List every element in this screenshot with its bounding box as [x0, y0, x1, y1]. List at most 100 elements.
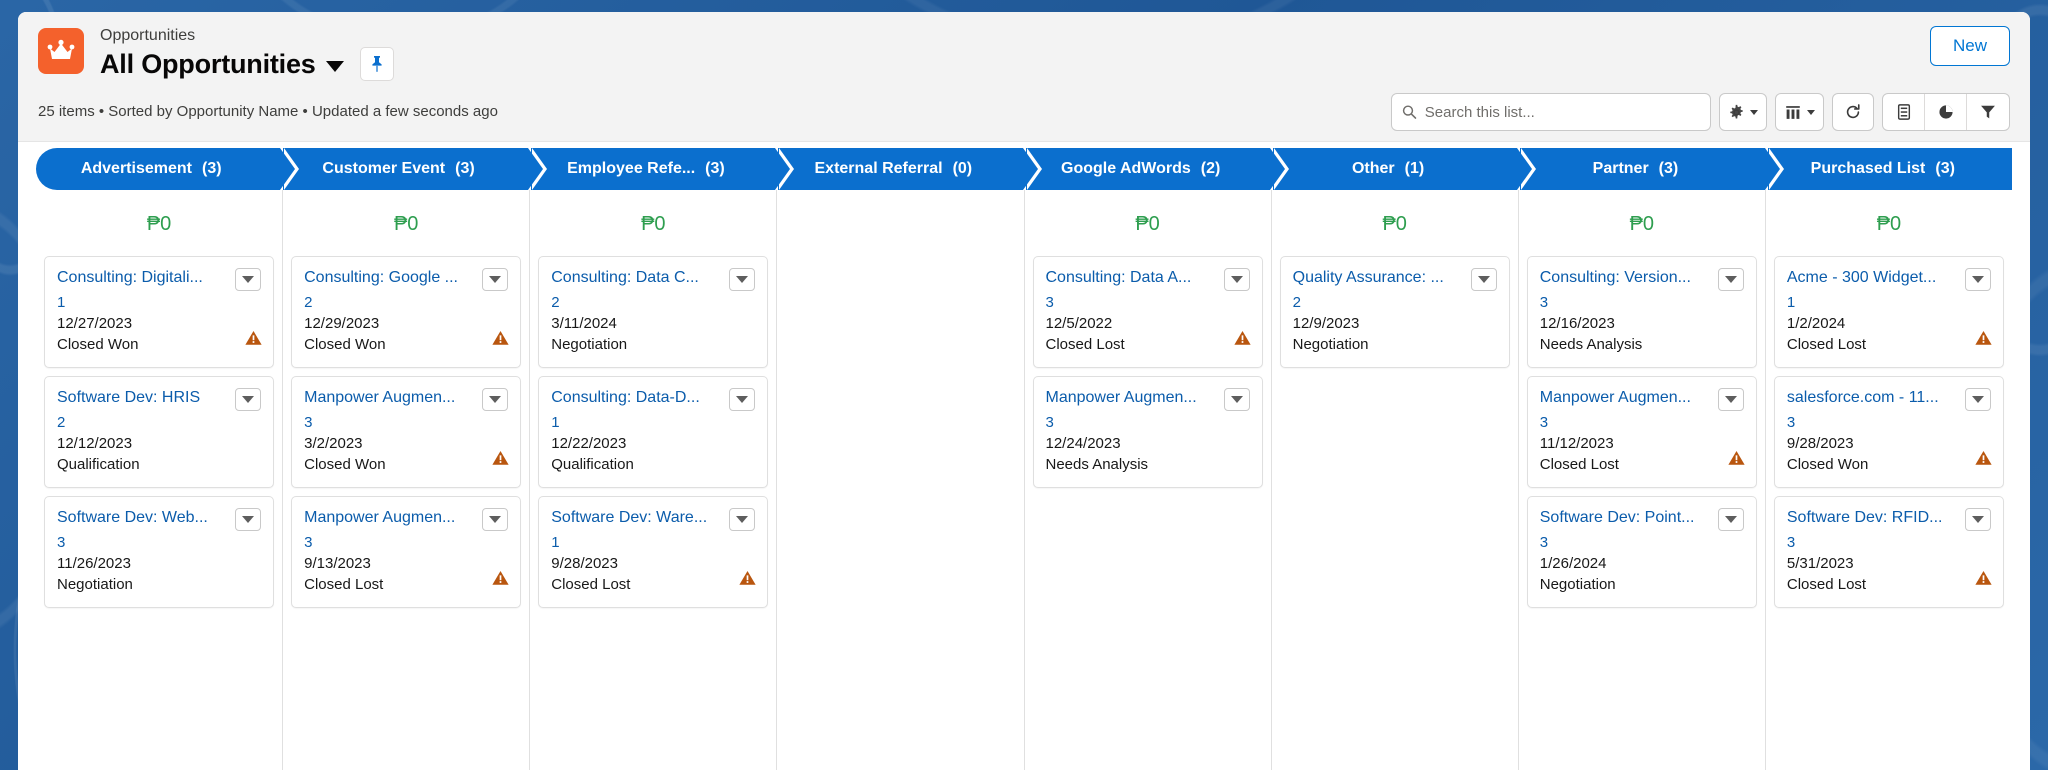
opportunity-record-number[interactable]: 2 — [304, 292, 508, 313]
opportunity-name-link[interactable]: Software Dev: HRIS — [57, 387, 229, 409]
opportunity-record-number[interactable]: 3 — [1540, 532, 1744, 553]
opportunity-record-number[interactable]: 1 — [551, 532, 755, 553]
opportunity-card[interactable]: Consulting: Digitali... 1 12/27/2023 Closed… — [44, 256, 275, 368]
filter-button[interactable] — [1967, 94, 2009, 130]
chevron-down-icon[interactable] — [325, 60, 344, 72]
opportunity-card[interactable]: Software Dev: Ware... 1 9/28/2023 Closed Lo… — [538, 496, 769, 608]
card-actions-menu-button[interactable] — [1470, 268, 1497, 291]
kanban-column-google-adwords[interactable]: ₱0 Consulting: Data A... 3 12/5/2022 Closed … — [1025, 190, 1272, 770]
opportunity-name-link[interactable]: Software Dev: RFID... — [1787, 507, 1959, 529]
card-actions-menu-button[interactable] — [729, 388, 756, 411]
opportunity-card[interactable]: Consulting: Google ... 2 12/29/2023 Closed … — [291, 256, 522, 368]
kanban-column-employee-refe[interactable]: ₱0 Consulting: Data C... 2 3/11/2024 Negotia… — [530, 190, 778, 770]
opportunity-record-number[interactable]: 3 — [1540, 292, 1744, 313]
opportunity-name-link[interactable]: Manpower Augmen... — [1046, 387, 1218, 409]
opportunity-record-number[interactable]: 3 — [57, 532, 261, 553]
card-actions-menu-button[interactable] — [235, 388, 262, 411]
kanban-column-customer-event[interactable]: ₱0 Consulting: Google ... 2 12/29/2023 Close… — [283, 190, 531, 770]
card-actions-menu-button[interactable] — [1965, 508, 1991, 531]
opportunity-card[interactable]: Consulting: Data-D... 1 12/22/2023 Qualific… — [538, 376, 769, 488]
opportunity-name-link[interactable]: Software Dev: Ware... — [551, 507, 723, 529]
opportunity-card[interactable]: Software Dev: Point... 3 1/26/2024 Negotiat… — [1526, 496, 1757, 608]
opportunity-card[interactable]: Software Dev: RFID... 3 5/31/2023 Closed Lo… — [1773, 496, 2004, 608]
opportunity-record-number[interactable]: 3 — [1540, 412, 1744, 433]
card-actions-menu-button[interactable] — [729, 268, 756, 291]
opportunity-record-number[interactable]: 2 — [551, 292, 755, 313]
card-actions-menu-button[interactable] — [235, 508, 262, 531]
opportunity-card[interactable]: Software Dev: HRIS 2 12/12/2023 Qualificati… — [44, 376, 275, 488]
display-as-button[interactable] — [1775, 93, 1824, 131]
opportunity-name-link[interactable]: Acme - 300 Widget... — [1787, 267, 1959, 289]
new-button[interactable]: New — [1929, 26, 2010, 66]
search-box[interactable] — [1391, 93, 1711, 131]
path-step-customer-event[interactable]: Customer Event (3) — [283, 148, 548, 190]
path-step-other[interactable]: Other (1) — [1272, 148, 1537, 190]
card-actions-menu-button[interactable] — [1223, 268, 1250, 291]
opportunity-name-link[interactable]: Consulting: Digitali... — [57, 267, 229, 289]
card-actions-menu-button[interactable] — [1717, 268, 1744, 291]
opportunity-card[interactable]: Consulting: Data A... 3 12/5/2022 Closed Lo… — [1032, 256, 1263, 368]
opportunity-record-number[interactable]: 1 — [551, 412, 755, 433]
opportunity-record-number[interactable]: 2 — [1293, 292, 1497, 313]
opportunity-name-link[interactable]: Software Dev: Point... — [1540, 507, 1712, 529]
opportunity-name-link[interactable]: Consulting: Google ... — [304, 267, 476, 289]
opportunity-name-link[interactable]: Manpower Augmen... — [304, 507, 476, 529]
search-input[interactable] — [1424, 103, 1700, 121]
path-step-count: (3) — [455, 160, 475, 177]
opportunity-card[interactable]: Manpower Augmen... 3 9/13/2023 Closed Lost — [291, 496, 522, 608]
opportunity-record-number[interactable]: 3 — [1787, 412, 1991, 433]
opportunity-card[interactable]: Manpower Augmen... 3 11/12/2023 Closed Lost — [1526, 376, 1757, 488]
opportunity-name-link[interactable]: Manpower Augmen... — [304, 387, 476, 409]
card-actions-menu-button[interactable] — [482, 508, 509, 531]
opportunity-card[interactable]: Acme - 300 Widget... 1 1/2/2024 Closed Lost — [1773, 256, 2004, 368]
opportunity-name-link[interactable]: Consulting: Data A... — [1046, 267, 1218, 289]
opportunity-name-link[interactable]: Software Dev: Web... — [57, 507, 229, 529]
opportunity-record-number[interactable]: 3 — [304, 532, 508, 553]
opportunity-name-link[interactable]: salesforce.com - 11... — [1787, 387, 1959, 409]
card-actions-menu-button[interactable] — [1223, 388, 1250, 411]
card-actions-menu-button[interactable] — [235, 268, 262, 291]
card-actions-menu-button[interactable] — [482, 388, 509, 411]
opportunity-card[interactable]: Consulting: Data C... 2 3/11/2024 Negotiati… — [538, 256, 769, 368]
refresh-button[interactable] — [1832, 93, 1874, 131]
list-settings-button[interactable] — [1719, 93, 1767, 131]
edit-list-button[interactable] — [1883, 94, 1925, 130]
path-step-partner[interactable]: Partner (3) — [1520, 148, 1785, 190]
opportunity-record-number[interactable]: 3 — [1046, 292, 1250, 313]
opportunity-record-number[interactable]: 2 — [57, 412, 261, 433]
card-actions-menu-button[interactable] — [1717, 508, 1744, 531]
opportunity-record-number[interactable]: 3 — [1046, 412, 1250, 433]
card-actions-menu-button[interactable] — [482, 268, 509, 291]
opportunity-record-number[interactable]: 3 — [304, 412, 508, 433]
opportunity-card[interactable]: Manpower Augmen... 3 12/24/2023 Needs Analy… — [1032, 376, 1263, 488]
path-step-purchased-list[interactable]: Purchased List (3) — [1767, 148, 2012, 190]
kanban-column-other[interactable]: ₱0 Quality Assurance: ... 2 12/9/2023 Negoti… — [1272, 190, 1519, 770]
card-actions-menu-button[interactable] — [729, 508, 756, 531]
path-step-google-adwords[interactable]: Google AdWords (2) — [1025, 148, 1290, 190]
kanban-column-advertisement[interactable]: ₱0 Consulting: Digitali... 1 12/27/2023 Clos… — [36, 190, 284, 770]
kanban-column-external-referral[interactable] — [777, 190, 1025, 770]
opportunity-card[interactable]: Software Dev: Web... 3 11/26/2023 Negotiati… — [44, 496, 275, 608]
opportunity-record-number[interactable]: 1 — [57, 292, 261, 313]
pin-button[interactable] — [359, 47, 394, 81]
card-actions-menu-button[interactable] — [1965, 388, 1991, 411]
opportunity-record-number[interactable]: 1 — [1787, 292, 1991, 313]
opportunity-name-link[interactable]: Consulting: Data-D... — [551, 387, 723, 409]
path-step-employee-refe[interactable]: Employee Refe... (3) — [530, 148, 795, 190]
opportunity-name-link[interactable]: Manpower Augmen... — [1540, 387, 1712, 409]
charts-button[interactable] — [1925, 94, 1967, 130]
kanban-column-purchased-list[interactable]: ₱0 Acme - 300 Widget... 1 1/2/2024 Closed Lo… — [1766, 190, 2012, 770]
path-step-external-referral[interactable]: External Referral (0) — [778, 148, 1042, 190]
opportunity-card[interactable]: salesforce.com - 11... 3 9/28/2023 Closed W… — [1773, 376, 2004, 488]
opportunity-name-link[interactable]: Consulting: Version... — [1540, 267, 1712, 289]
opportunity-name-link[interactable]: Consulting: Data C... — [551, 267, 723, 289]
opportunity-record-number[interactable]: 3 — [1787, 532, 1991, 553]
path-step-advertisement[interactable]: Advertisement (3) — [36, 148, 300, 190]
card-actions-menu-button[interactable] — [1717, 388, 1744, 411]
opportunity-card[interactable]: Manpower Augmen... 3 3/2/2023 Closed Won — [291, 376, 522, 488]
opportunity-card[interactable]: Quality Assurance: ... 2 12/9/2023 Negotiat… — [1279, 256, 1510, 368]
opportunity-name-link[interactable]: Quality Assurance: ... — [1293, 267, 1465, 289]
opportunity-card[interactable]: Consulting: Version... 3 12/16/2023 Needs A… — [1526, 256, 1757, 368]
card-actions-menu-button[interactable] — [1965, 268, 1991, 291]
kanban-column-partner[interactable]: ₱0 Consulting: Version... 3 12/16/2023 Needs… — [1519, 190, 1766, 770]
